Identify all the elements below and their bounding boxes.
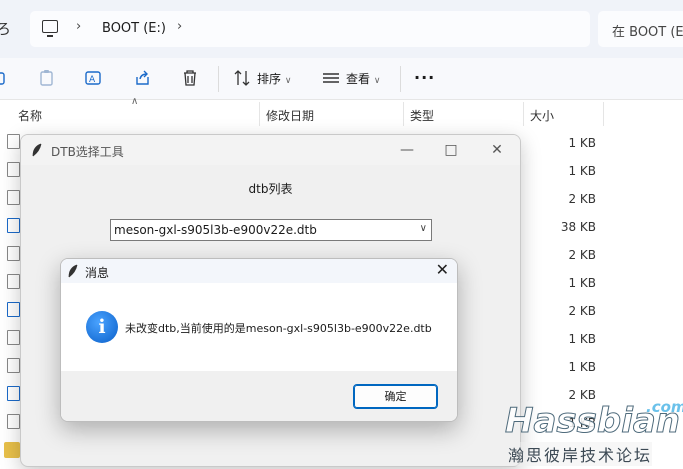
feather-icon xyxy=(68,264,78,278)
file-icon xyxy=(7,162,20,177)
command-bar: A 排序 ∨ 查看 ∨ ··· xyxy=(0,58,683,100)
breadcrumb-drive[interactable]: BOOT (E:) xyxy=(102,21,166,36)
sort-icon xyxy=(234,70,250,86)
file-size: 1 KB xyxy=(568,164,596,178)
address-row: ろ › BOOT (E:) › 在 BOOT (E:) xyxy=(0,0,683,58)
file-icon xyxy=(7,302,20,317)
dtb-title-bar[interactable]: DTB选择工具 — □ ✕ xyxy=(21,135,520,165)
chevron-right-icon[interactable]: › xyxy=(76,19,81,34)
file-icon xyxy=(7,330,20,345)
column-divider[interactable] xyxy=(523,102,524,126)
feather-icon xyxy=(32,143,42,157)
toolbar-divider xyxy=(218,66,219,92)
file-icon xyxy=(7,218,20,233)
back-button[interactable]: ろ xyxy=(0,18,11,39)
chevron-down-icon[interactable]: ∨ xyxy=(420,223,427,234)
delete-icon[interactable] xyxy=(180,68,200,88)
watermark: Hassbian .com 瀚思彼岸技术论坛 xyxy=(504,397,683,469)
column-divider[interactable] xyxy=(259,102,260,126)
file-size: 38 KB xyxy=(560,220,596,234)
dtb-selected-value: meson-gxl-s905l3b-e900v22e.dtb xyxy=(114,223,317,237)
chevron-down-icon: ∨ xyxy=(373,76,381,86)
dtb-window-title: DTB选择工具 xyxy=(51,145,124,159)
message-text: 未改变dtb,当前使用的是meson-gxl-s905l3b-e900v22e.… xyxy=(125,322,432,335)
file-icon xyxy=(7,358,20,373)
column-divider[interactable] xyxy=(403,102,404,126)
share-icon[interactable] xyxy=(133,68,153,88)
file-size: 1 KB xyxy=(568,360,596,374)
sort-ascending-icon: ∧ xyxy=(131,96,139,107)
folder-icon xyxy=(4,442,20,458)
message-dialog-title: 消息 xyxy=(85,266,110,280)
toolbar-divider xyxy=(400,66,401,92)
file-size: 2 KB xyxy=(568,304,596,318)
view-label: 查看 xyxy=(346,72,371,86)
file-icon xyxy=(7,386,20,401)
column-size[interactable]: 大小 xyxy=(530,107,554,124)
file-icon xyxy=(7,274,20,289)
more-options-button[interactable]: ··· xyxy=(414,68,435,87)
column-divider[interactable] xyxy=(603,102,604,126)
info-icon: i xyxy=(86,311,118,343)
file-icon xyxy=(7,414,20,429)
search-input[interactable]: 在 BOOT (E:) xyxy=(598,11,683,47)
file-size: 2 KB xyxy=(568,192,596,206)
this-pc-icon xyxy=(42,20,58,37)
rename-icon[interactable]: A xyxy=(84,68,104,88)
message-body: i 未改变dtb,当前使用的是meson-gxl-s905l3b-e900v22… xyxy=(61,283,457,371)
minimize-icon[interactable]: — xyxy=(398,141,416,159)
address-bar[interactable]: › BOOT (E:) › xyxy=(30,11,590,47)
column-type[interactable]: 类型 xyxy=(410,107,434,124)
svg-text:A: A xyxy=(89,75,96,85)
message-footer: 确定 xyxy=(61,371,457,421)
dtb-select-dropdown[interactable]: meson-gxl-s905l3b-e900v22e.dtb ∨ xyxy=(110,219,432,241)
view-button[interactable]: 查看 ∨ xyxy=(346,70,380,87)
file-icon xyxy=(7,134,20,149)
sort-button[interactable]: 排序 ∨ xyxy=(257,70,291,87)
message-dialog: 消息 ✕ i 未改变dtb,当前使用的是meson-gxl-s905l3b-e9… xyxy=(60,258,458,422)
watermark-dotcom: .com xyxy=(646,398,683,416)
file-size: 1 KB xyxy=(568,276,596,290)
close-icon[interactable]: ✕ xyxy=(436,260,449,279)
sort-label: 排序 xyxy=(257,72,282,86)
file-size: 1 KB xyxy=(568,136,596,150)
file-size: 1 KB xyxy=(568,332,596,346)
chevron-right-icon[interactable]: › xyxy=(177,19,182,34)
message-title-bar[interactable]: 消息 ✕ xyxy=(61,259,457,283)
column-header-row: ∧ 名称 修改日期 类型 大小 xyxy=(0,96,683,128)
maximize-icon[interactable]: □ xyxy=(442,141,460,159)
file-icon xyxy=(7,190,20,205)
chevron-down-icon: ∨ xyxy=(284,76,292,86)
close-icon[interactable]: ✕ xyxy=(488,141,506,159)
file-size: 2 KB xyxy=(568,248,596,262)
column-modified[interactable]: 修改日期 xyxy=(266,107,314,124)
column-name[interactable]: 名称 xyxy=(18,107,42,124)
search-placeholder: 在 BOOT (E:) xyxy=(612,25,683,40)
file-icon xyxy=(7,246,20,261)
view-icon xyxy=(323,73,339,83)
cut-icon[interactable] xyxy=(0,68,10,88)
dtb-list-label: dtb列表 xyxy=(248,182,293,196)
watermark-subtitle: 瀚思彼岸技术论坛 xyxy=(508,442,653,466)
paste-icon[interactable] xyxy=(37,68,57,88)
ok-button[interactable]: 确定 xyxy=(353,384,438,409)
